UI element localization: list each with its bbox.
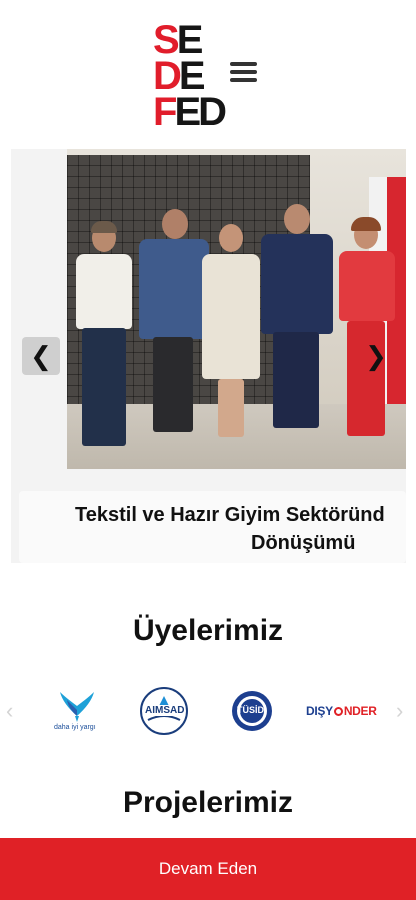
- person-figure: [137, 209, 209, 441]
- logo-letter: E: [178, 54, 206, 98]
- slider-next-button[interactable]: ❯: [357, 337, 395, 375]
- member-logo-daha-iyi-yargi[interactable]: daha iyi yargı: [50, 686, 104, 736]
- slide-caption-line1: Tekstil ve Hazır Giyim Sektöründ: [75, 504, 385, 526]
- logo-letter: E: [176, 18, 204, 62]
- projects-title: Projelerimiz: [122, 786, 294, 819]
- member-logo-text: NDER: [343, 704, 377, 718]
- slide-caption-line2: Dönüşümü: [251, 532, 356, 554]
- logo-letter: ED: [174, 90, 227, 134]
- member-logo-aimsad[interactable]: AIMSAD: [136, 686, 192, 736]
- logo-letter: D: [153, 54, 182, 98]
- circle-o-icon: [333, 707, 343, 716]
- members-title: Üyelerimiz: [132, 614, 284, 647]
- news-slider: ❮ ❯ Tekstil ve Hazır Giyim Sektöründ Dön…: [11, 149, 406, 563]
- members-carousel: ‹ daha iyi yargı AIMSAD TÜSİD DIŞY NDER: [0, 680, 416, 742]
- person-figure: [200, 224, 262, 442]
- person-figure: [259, 204, 335, 434]
- hamburger-menu-icon[interactable]: [230, 62, 258, 86]
- person-figure: [72, 221, 134, 454]
- member-logo-tusid[interactable]: TÜSİD: [230, 686, 274, 736]
- members-next-button[interactable]: ›: [396, 698, 403, 724]
- site-header: S E D E F ED: [0, 0, 416, 140]
- logo-letter: F: [153, 90, 178, 134]
- ongoing-projects-button[interactable]: Devam Eden: [0, 838, 416, 900]
- person-figure: [337, 217, 397, 443]
- slide-caption: Tekstil ve Hazır Giyim Sektöründ Dönüşüm…: [19, 501, 406, 557]
- member-logo-text: TÜSİD: [237, 705, 264, 715]
- member-logo-text: AIMSAD: [144, 705, 186, 716]
- member-logo-text: DIŞY: [306, 704, 333, 718]
- member-logo-text: daha iyi yargı: [54, 724, 96, 731]
- slide-caption-box[interactable]: Tekstil ve Hazır Giyim Sektöründ Dönüşüm…: [19, 491, 406, 563]
- logo-letter: S: [153, 18, 180, 62]
- slider-prev-button[interactable]: ❮: [22, 337, 60, 375]
- members-prev-button[interactable]: ‹: [6, 698, 13, 724]
- sedefed-logo[interactable]: S E D E F ED: [153, 18, 235, 134]
- slide-photo[interactable]: [67, 149, 406, 469]
- member-logo-wordmark: DIŞY NDER: [306, 704, 377, 718]
- member-logo-disyonder[interactable]: DIŞY NDER: [306, 686, 378, 736]
